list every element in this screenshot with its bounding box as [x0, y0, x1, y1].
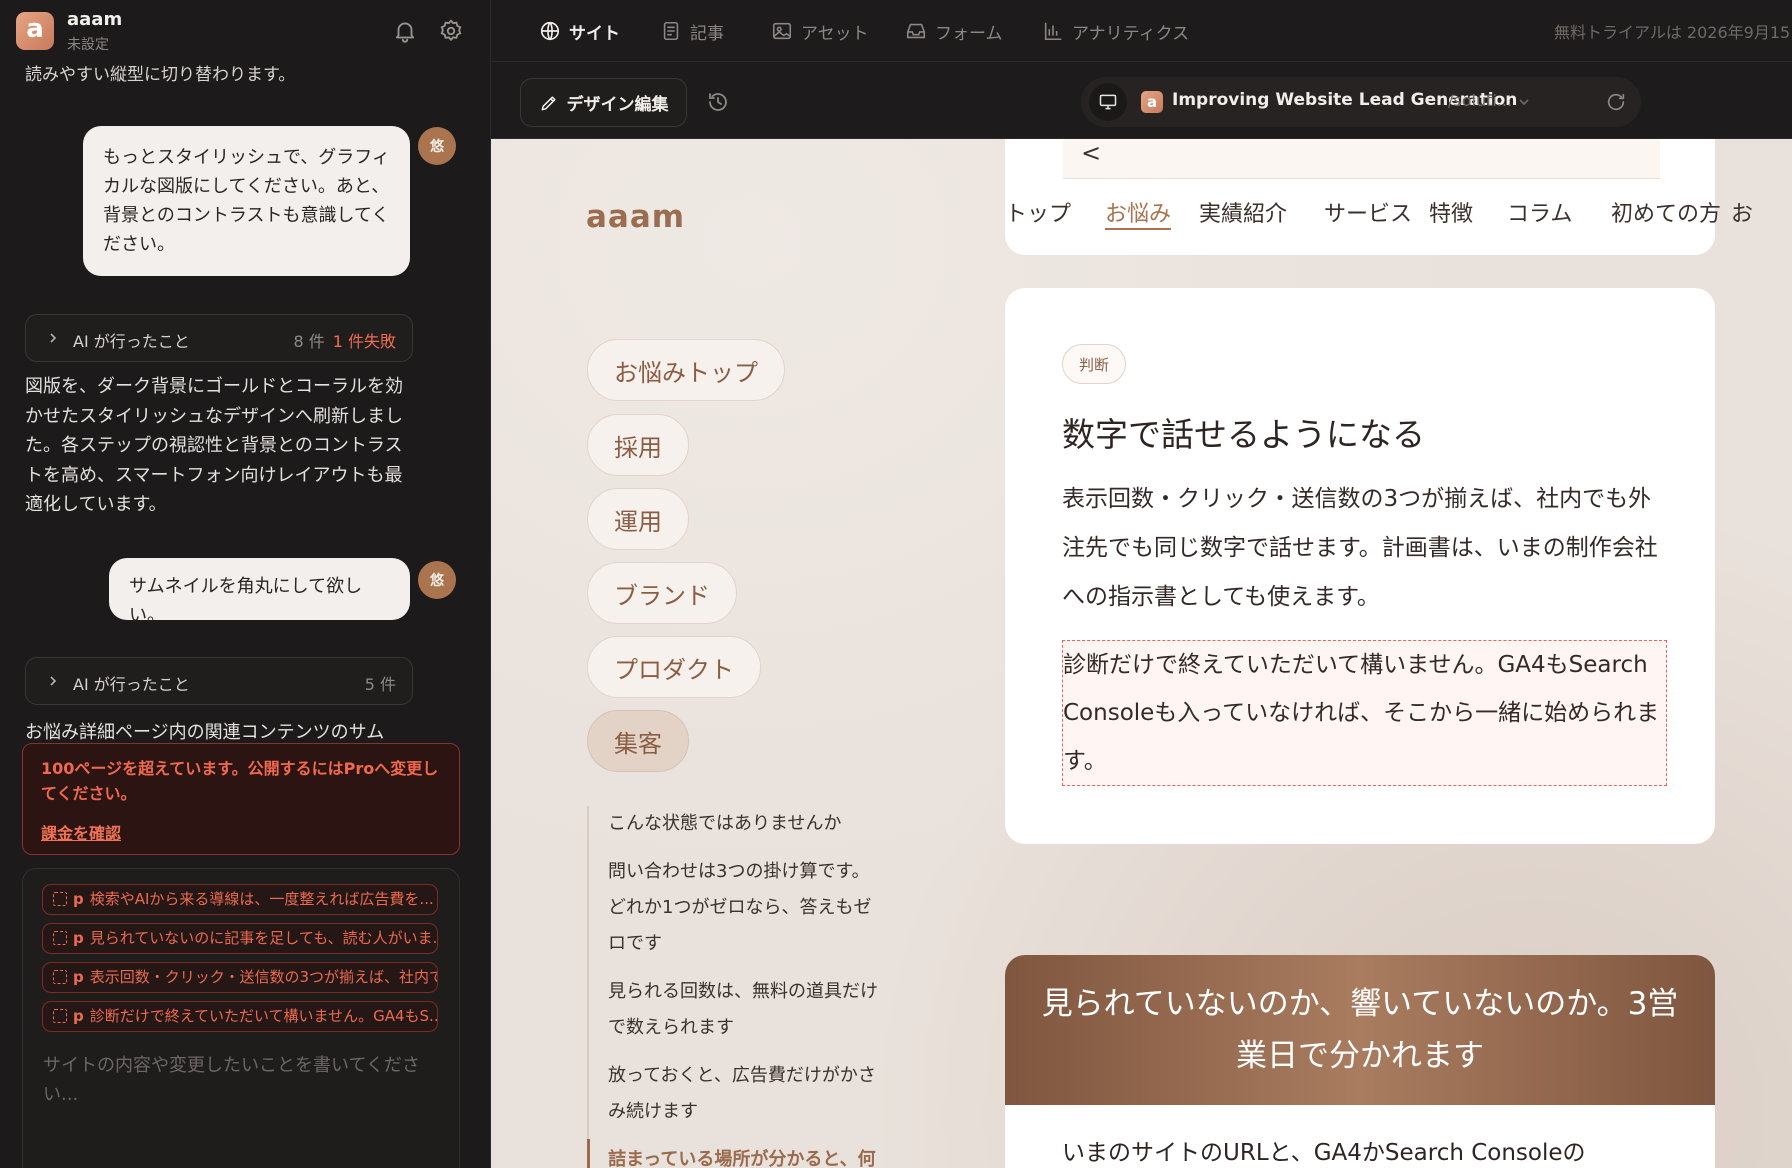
selected-element-chip[interactable]: p 検索やAIから来る導線は、一度整えれば広告費を...: [42, 884, 438, 915]
ai-actions-toggle[interactable]: AI が行ったこと 5 件: [25, 657, 413, 705]
toc-item-active[interactable]: 詰まっている場所が分かると、何: [608, 1142, 887, 1168]
category-pill-recruit[interactable]: 採用: [587, 414, 689, 476]
user-message: もっとスタイリッシュで、グラフィカルな図版にしてください。あと、背景とのコントラ…: [83, 126, 410, 276]
global-nav-service[interactable]: サービス: [1324, 196, 1412, 228]
cta-header: 見られていないのか、響いていないのか。3営業日で分かれます: [1005, 955, 1715, 1105]
category-pill-attract[interactable]: 集客: [587, 710, 689, 772]
element-select-icon: [53, 970, 67, 984]
tab-site[interactable]: サイト: [539, 17, 620, 45]
image-icon: [772, 22, 792, 40]
tab-analytics[interactable]: アナリティクス: [1042, 17, 1189, 45]
page-limit-warning: 100ページを超えています。公開するにはProへ変更してください。 課金を確認: [22, 743, 460, 855]
sidebar-header: a aaam 未設定: [0, 0, 490, 62]
page-selector[interactable]: a Improving Website Lead Generation /sol…: [1081, 77, 1641, 127]
selected-element-chip[interactable]: p 診断だけで終えていただいて構いません。GA4もS...: [42, 1001, 438, 1032]
global-nav-worries[interactable]: お悩み: [1105, 196, 1171, 228]
ai-message-tail: 読みやすい縦型に切り替わります。: [25, 65, 296, 85]
category-pill-product[interactable]: プロダクト: [587, 636, 761, 698]
card-heading[interactable]: 数字で話せるようになる: [1062, 408, 1425, 456]
monitor-icon: [1099, 94, 1117, 110]
site-logo[interactable]: aaam: [586, 199, 685, 235]
toc-item[interactable]: 見られる回数は、無料の道具だけで数えられます: [608, 974, 887, 1046]
billing-link[interactable]: 課金を確認: [41, 820, 121, 844]
cta-title[interactable]: 見られていないのか、響いていないのか。3営業日で分かれます: [1030, 978, 1690, 1082]
cta-body-text[interactable]: いまのサイトのURLと、GA4かSearch Consoleの: [1062, 1133, 1586, 1167]
ai-actions-count: 8 件1 件失敗: [293, 332, 396, 351]
page-favicon: a: [1141, 91, 1163, 113]
category-pill-brand[interactable]: ブランド: [587, 562, 737, 624]
global-nav-top[interactable]: トップ: [1005, 196, 1071, 228]
back-chevron-icon[interactable]: <: [1081, 139, 1101, 167]
page-path: /soluti...: [1448, 91, 1513, 110]
global-nav-works[interactable]: 実績紹介: [1199, 196, 1287, 228]
section-badge: 判断: [1062, 344, 1127, 384]
cta-card: 見られていないのか、響いていないのか。3営業日で分かれます いまのサイトのURL…: [1005, 955, 1715, 1168]
user-avatar: 悠: [418, 127, 456, 165]
global-nav-more[interactable]: お: [1731, 196, 1753, 228]
document-icon: [663, 21, 679, 41]
inbox-icon: [906, 23, 926, 39]
selected-paragraph[interactable]: 診断だけで終えていただいて構いません。GA4もSearch Consoleも入っ…: [1062, 640, 1667, 786]
chevron-down-icon[interactable]: [1516, 94, 1532, 110]
site-preview[interactable]: aaam < トップ お悩み 実績紹介 サービス 特徴 コラム 初めての方 お …: [491, 139, 1792, 1168]
history-icon[interactable]: [706, 90, 730, 114]
selected-element-chip[interactable]: p 見られていないのに記事を足しても、読む人がいま...: [42, 923, 438, 954]
ai-actions-toggle[interactable]: AI が行ったこと 8 件1 件失敗: [25, 314, 413, 362]
globe-icon: [540, 21, 560, 41]
user-avatar: 悠: [418, 561, 456, 599]
chat-input-placeholder[interactable]: サイトの内容や変更したいことを書いてください...: [43, 1051, 433, 1109]
trial-notice: 無料トライアルは 2026年9月15日: [1554, 23, 1792, 42]
gear-icon[interactable]: [438, 18, 464, 44]
bar-chart-icon: [1044, 22, 1062, 41]
chevron-right-icon: [50, 333, 57, 343]
ai-actions-label: AI が行ったこと: [73, 675, 190, 694]
global-nav-card: < トップ お悩み 実績紹介 サービス 特徴 コラム 初めての方 お: [1005, 139, 1753, 255]
chevron-right-icon: [50, 676, 57, 686]
ai-message: 図版を、ダーク背景にゴールドとコーラルを効かせたスタイリッシュなデザインへ刷新し…: [25, 376, 403, 515]
table-of-contents: こんな状態ではありませんか 問い合わせは3つの掛け算です。どれか1つがゼロなら、…: [587, 806, 887, 1168]
tab-assets[interactable]: アセット: [771, 17, 869, 45]
user-message: サムネイルを角丸にして欲しい。: [109, 558, 410, 626]
device-toggle-button[interactable]: [1089, 83, 1127, 121]
app-logo[interactable]: a: [16, 12, 54, 50]
warning-text: 100ページを超えています。公開するにはProへ変更してください。: [41, 759, 439, 803]
selected-element-chip[interactable]: p 表示回数・クリック・送信数の3つが揃えば、社内で...: [42, 962, 438, 993]
bell-icon[interactable]: [392, 18, 418, 44]
toc-active-indicator: [587, 1139, 590, 1168]
app-name: aaam: [67, 9, 123, 30]
nav-dropdown-strip: <: [1063, 139, 1660, 179]
tab-articles[interactable]: 記事: [660, 17, 724, 45]
editor-toolbar: デザイン編集 a Improving Website Lead Generati…: [491, 62, 1792, 139]
toc-item[interactable]: 放っておくと、広告費だけがかさみ続けます: [608, 1058, 887, 1130]
global-nav-column[interactable]: コラム: [1507, 196, 1572, 228]
element-select-icon: [53, 1009, 67, 1023]
category-pill-top[interactable]: お悩みトップ: [587, 339, 785, 401]
design-edit-button[interactable]: デザイン編集: [520, 78, 687, 127]
global-nav-first-time[interactable]: 初めての方: [1611, 196, 1721, 228]
element-select-icon: [53, 892, 67, 906]
chat-sidebar: a aaam 未設定 読みやすい縦型に切り替わります。 もっとスタイリッシュで、…: [0, 0, 491, 1168]
ai-actions-label: AI が行ったこと: [73, 332, 190, 351]
ai-actions-count: 5 件: [364, 675, 396, 694]
card-body-text[interactable]: 表示回数・クリック・送信数の3つが揃えば、社内でも外注先でも同じ数字で話せます。…: [1062, 475, 1667, 622]
global-nav-features[interactable]: 特徴: [1429, 196, 1473, 228]
toc-item[interactable]: こんな状態ではありませんか: [608, 806, 887, 842]
ai-actions-failed: 1 件失敗: [332, 332, 396, 351]
content-card: 判断 数字で話せるようになる 表示回数・クリック・送信数の3つが揃えば、社内でも…: [1005, 288, 1715, 844]
category-pill-operations[interactable]: 運用: [587, 488, 689, 550]
reload-icon[interactable]: [1605, 91, 1627, 113]
chat-thread[interactable]: 読みやすい縦型に切り替わります。 もっとスタイリッシュで、グラフィカルな図版にし…: [0, 62, 490, 1168]
pencil-icon: [541, 95, 556, 110]
top-navigation: サイト 記事 アセット フォーム アナリティクス 無料トライアルは 2026年9…: [491, 0, 1792, 62]
chat-input-box[interactable]: p 検索やAIから来る導線は、一度整えれば広告費を... p 見られていないのに記事…: [22, 868, 460, 1168]
app-status: 未設定: [67, 37, 109, 53]
tab-forms[interactable]: フォーム: [905, 17, 1003, 45]
toc-item[interactable]: 問い合わせは3つの掛け算です。どれか1つがゼロなら、答えもゼロです: [608, 854, 887, 962]
element-select-icon: [53, 931, 67, 945]
